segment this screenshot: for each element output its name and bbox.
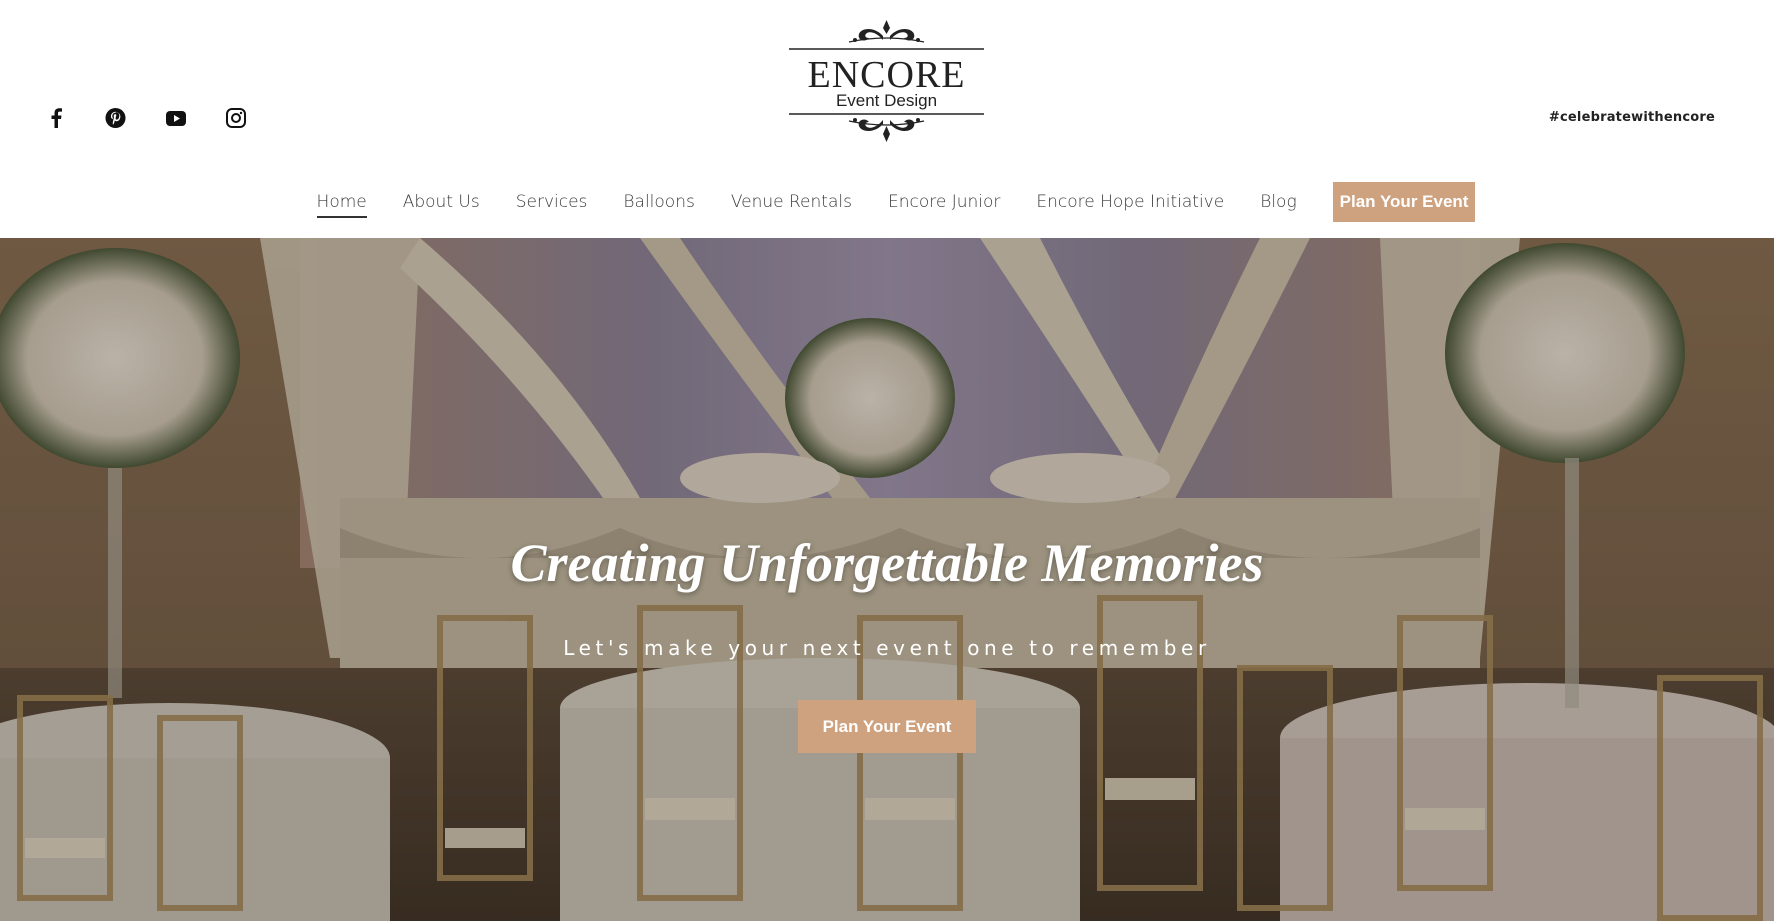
youtube-icon <box>165 110 186 126</box>
brand-logo[interactable]: ENCORE Event Design <box>789 18 984 144</box>
pinterest-link[interactable] <box>105 106 126 130</box>
logo-tagline: Event Design <box>835 91 938 110</box>
facebook-link[interactable] <box>45 106 66 130</box>
hero-section: Creating Unforgettable Memories Let's ma… <box>0 238 1774 921</box>
hero-title: Creating Unforgettable Memories <box>510 533 1264 593</box>
nav-item-venue-rentals[interactable]: Venue Rentals <box>731 186 852 218</box>
nav-item-blog[interactable]: Blog <box>1260 186 1296 218</box>
instagram-icon <box>225 108 246 128</box>
youtube-link[interactable] <box>165 106 186 130</box>
nav-item-encore-hope-initiative[interactable]: Encore Hope Initiative <box>1036 186 1224 218</box>
page: ENCORE Event Design #celebratewithencore… <box>0 0 1774 921</box>
nav-item-services[interactable]: Services <box>516 186 588 218</box>
hashtag-text: #celebratewithencore <box>1548 110 1715 125</box>
logo-title: ENCORE <box>807 54 966 96</box>
main-nav: Home About Us Services Balloons Venue Re… <box>0 182 1774 222</box>
social-links <box>45 106 246 130</box>
nav-item-encore-junior[interactable]: Encore Junior <box>888 186 1000 218</box>
hero-subtitle: Let's make your next event one to rememb… <box>563 636 1211 660</box>
instagram-link[interactable] <box>225 106 246 130</box>
nav-item-about-us[interactable]: About Us <box>403 186 480 218</box>
facebook-icon <box>51 108 62 128</box>
nav-item-balloons[interactable]: Balloons <box>623 186 694 218</box>
nav-list: Home About Us Services Balloons Venue Re… <box>299 182 1476 222</box>
site-header: ENCORE Event Design #celebratewithencore… <box>0 0 1774 238</box>
pinterest-icon <box>105 107 126 129</box>
nav-plan-your-event-button[interactable]: Plan Your Event <box>1332 182 1476 222</box>
hero-plan-your-event-button[interactable]: Plan Your Event <box>798 700 976 753</box>
nav-item-home[interactable]: Home <box>316 186 367 218</box>
